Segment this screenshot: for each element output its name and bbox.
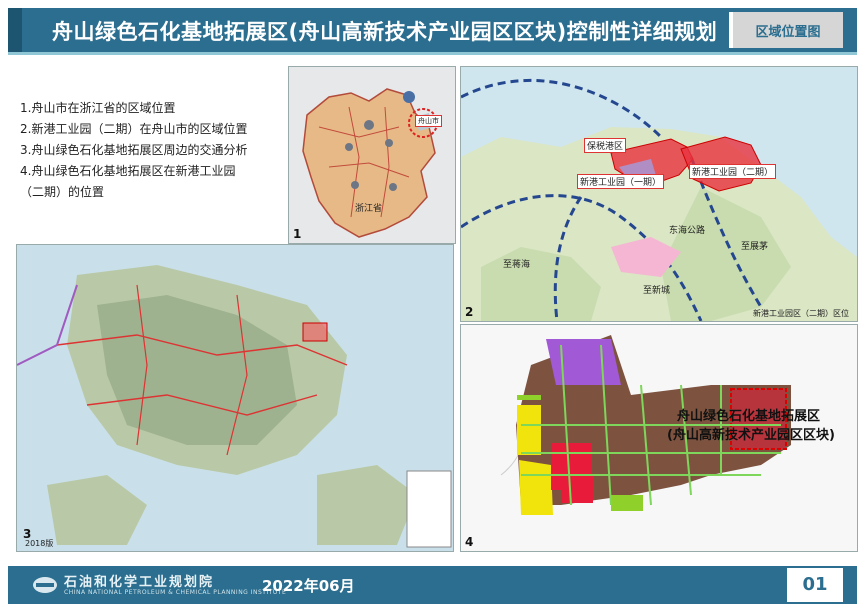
page-number: 01	[802, 574, 828, 595]
page-title: 舟山绿色石化基地拓展区(舟山高新技术产业园区区块)控制性详细规划	[52, 20, 718, 44]
page-number-box: 01	[787, 568, 843, 602]
label-xingang-phase2: 新港工业园（二期）	[689, 164, 777, 179]
section-tag: 区域位置图	[755, 25, 821, 40]
label-province: 浙江省	[355, 204, 383, 214]
label-zhoushan: 舟山市	[415, 115, 442, 127]
note-item: （二期）的位置	[20, 185, 105, 199]
note-item: 1.舟山市在浙江省的区域位置	[20, 101, 176, 115]
map-zhejiang: 浙江省 舟山市 1	[288, 66, 456, 244]
map-landuse: 舟山绿色石化基地拓展区 (舟山高新技术产业园区区块) 4	[460, 324, 858, 552]
page-header: 舟山绿色石化基地拓展区(舟山高新技术产业园区区块)控制性详细规划 区域位置图	[8, 8, 857, 55]
panel-number: 3	[23, 527, 32, 541]
map-footnote: 新港工业园区（二期）区位	[753, 309, 849, 318]
footer-date: 2022年06月	[262, 577, 355, 595]
note-item: 4.舟山绿色石化基地拓展区在新港工业园	[20, 164, 236, 178]
label-xingang-phase1: 新港工业园（一期）	[577, 174, 665, 189]
notes-list: 1.舟山市在浙江省的区域位置 2.新港工业园（二期）在舟山市的区域位置 3.舟山…	[20, 98, 285, 203]
institute-logo-icon	[33, 577, 57, 593]
label-donghai-road: 东海公路	[669, 226, 706, 236]
panel-number: 2	[465, 305, 474, 319]
org-name-en: CHINA NATIONAL PETROLEUM & CHEMICAL PLAN…	[64, 589, 287, 596]
header-accent	[8, 8, 22, 52]
label-to-jianghai: 至蒋海	[503, 260, 531, 270]
map-zhejiang-graphic	[289, 67, 455, 243]
caption-line1: 舟山绿色石化基地拓展区	[677, 409, 821, 424]
label-to-xincheng: 至新城	[643, 286, 671, 296]
org-name: 石油和化学工业规划院	[64, 575, 215, 590]
map-transport: 2018版 3	[16, 244, 454, 552]
map-transport-graphic	[17, 245, 453, 551]
caption-line2: (舟山高新技术产业园区区块)	[667, 428, 835, 443]
panel-number: 4	[465, 535, 474, 549]
map-zhoushan: 保税港区 新港工业园（一期） 新港工业园（二期） 东海公路 至蒋海 至新城 至展…	[460, 66, 858, 322]
page-footer: 石油和化学工业规划院 CHINA NATIONAL PETROLEUM & CH…	[8, 566, 857, 604]
panel-number: 1	[293, 227, 302, 241]
note-item: 3.舟山绿色石化基地拓展区周边的交通分析	[20, 143, 248, 157]
note-item: 2.新港工业园（二期）在舟山市的区域位置	[20, 122, 248, 136]
section-tag-box: 区域位置图	[729, 12, 843, 48]
label-bonded-port: 保税港区	[584, 138, 627, 153]
label-to-zhanmao: 至展茅	[741, 242, 769, 252]
